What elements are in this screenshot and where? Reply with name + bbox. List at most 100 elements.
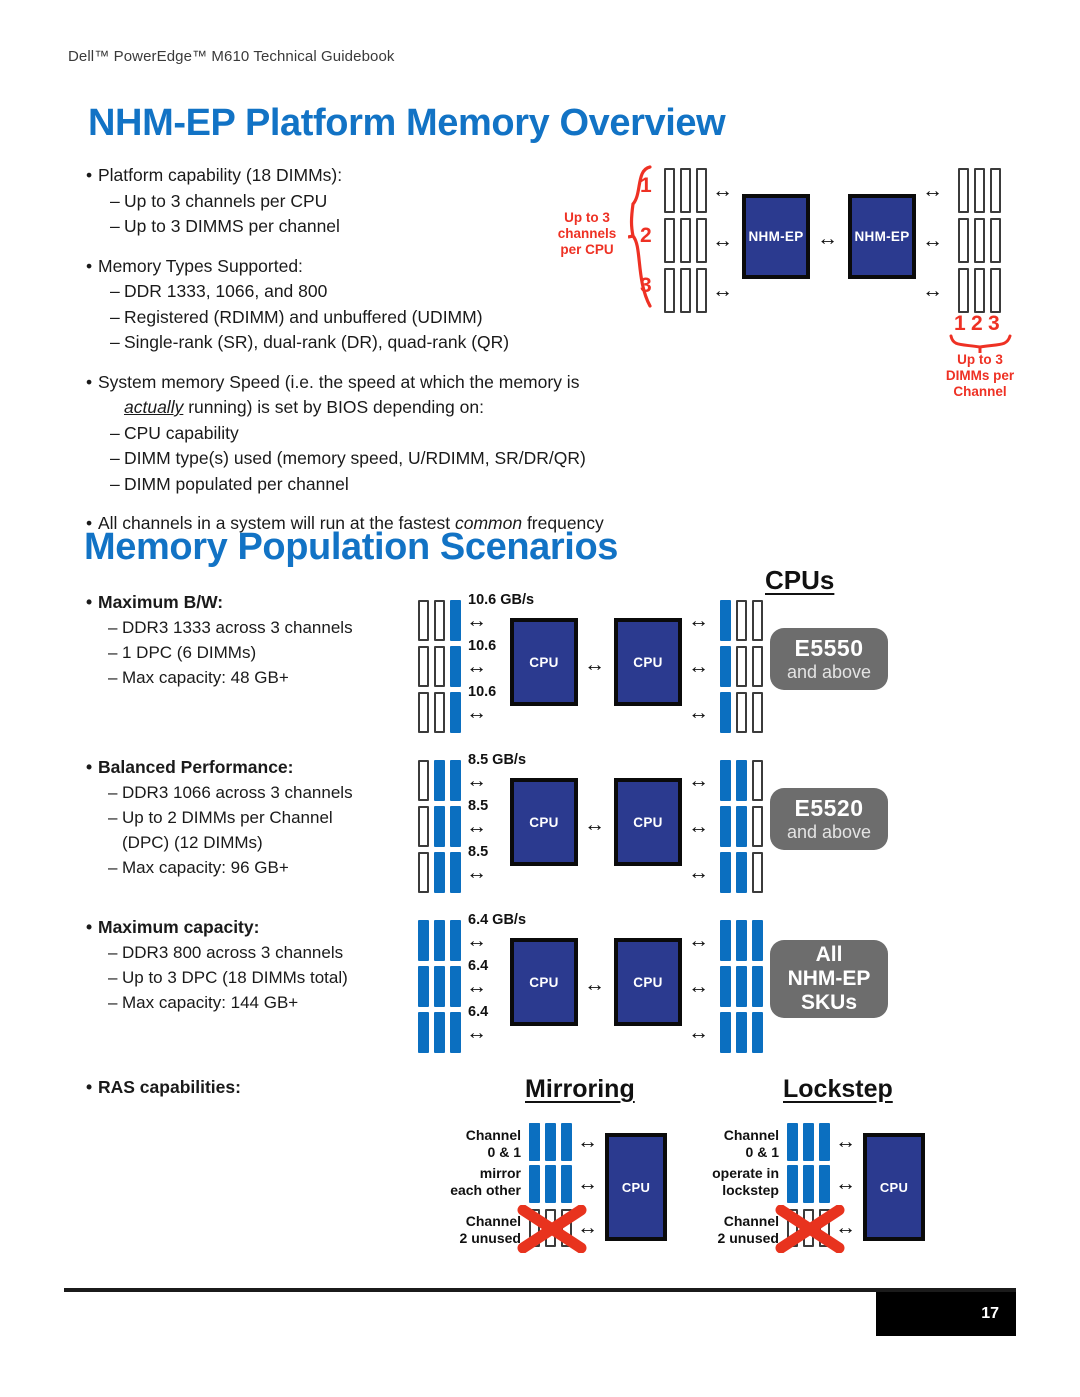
- scenario-line: (DPC) (12 DIMMs): [122, 833, 263, 852]
- left-dimm-bank-row-2: [418, 966, 461, 1007]
- bus-arrow-icon: ↔: [688, 655, 709, 678]
- dimm-slot-populated: [736, 1012, 747, 1053]
- right-dimm-bank-row-1: [720, 920, 763, 961]
- dimm-slot: [680, 168, 691, 213]
- scenario-line: – DDR3 1333 across 3 channels: [108, 618, 353, 637]
- cpu-sku-line-3: SKUs: [800, 991, 858, 1014]
- dimm-slot-populated: [434, 920, 445, 961]
- dimm-slot: [752, 760, 763, 801]
- scenario-diagram-maximum-bw: 10.6 GB/s 10.6 10.6 ↔ ↔ ↔ CPU ↔ CPU ↔ ↔ …: [418, 592, 888, 733]
- dimm-slot-populated: [752, 966, 763, 1007]
- channels-per-cpu-note: Up to 3 channels per CPU: [557, 210, 617, 257]
- processor-box-cpu-1: CPU: [510, 938, 578, 1026]
- scenario-heading: • Maximum capacity:: [86, 917, 260, 937]
- scenario-line: – Max capacity: 96 GB+: [108, 858, 289, 877]
- right-dimm-bank-row-3: [720, 852, 763, 893]
- right-dimm-bank-row-2: [720, 966, 763, 1007]
- bus-arrow-icon: ↔: [688, 769, 709, 792]
- dimm-slot: [752, 806, 763, 847]
- right-dimm-bank-row-3: [720, 1012, 763, 1053]
- mirroring-label-top: Channel 0 & 1: [465, 1127, 521, 1160]
- lockstep-bank-row-1: [787, 1123, 830, 1161]
- dimm-slot: [418, 692, 429, 733]
- bullet-rank-types: – Single-rank (SR), dual-rank (DR), quad-…: [110, 332, 510, 352]
- dimm-brace-icon: [949, 334, 1012, 353]
- bus-arrow-icon: ↔: [922, 279, 943, 302]
- qpi-arrow-icon: ↔: [584, 973, 605, 996]
- bus-arrow-icon: ↔: [688, 701, 709, 724]
- dimm-slot: [990, 218, 1001, 263]
- left-dimm-bank-channel-3: [664, 268, 707, 313]
- dimm-slot: [418, 852, 429, 893]
- dimm-slot-populated: [450, 760, 461, 801]
- bullet-rdimm-udimm: – Registered (RDIMM) and unbuffered (UDIM…: [110, 306, 483, 327]
- dimm-slot-populated: [434, 806, 445, 847]
- lockstep-unused-label: Channel 2 unused: [717, 1213, 779, 1246]
- document-header: Dell™ PowerEdge™ M610 Technical Guideboo…: [68, 48, 395, 65]
- dimm-slot: [752, 646, 763, 687]
- scenario-line: – Up to 3 DPC (18 DIMMs total): [108, 968, 348, 987]
- scenario-line: – DDR3 1066 across 3 channels: [108, 783, 353, 802]
- dimm-slot-populated: [545, 1123, 556, 1161]
- dimm-slot: [418, 760, 429, 801]
- dimm-slot-populated: [720, 646, 731, 687]
- bus-arrow-icon: ↔: [688, 1021, 709, 1044]
- dimm-slot-populated: [720, 600, 731, 641]
- page-number: 17: [981, 1305, 999, 1322]
- dimm-slot: [736, 600, 747, 641]
- right-dimm-bank-row-3: [720, 692, 763, 733]
- dimm-slot-populated: [736, 920, 747, 961]
- dimm-slot-populated: [561, 1123, 572, 1161]
- left-dimm-bank-row-3: [418, 1012, 461, 1053]
- page-title-scenarios: Memory Population Scenarios: [84, 526, 618, 568]
- dimm-slot-populated: [418, 966, 429, 1007]
- cpu-sku-model: E5550: [794, 635, 864, 661]
- dimm-slot: [736, 646, 747, 687]
- dimm-slot-populated: [720, 966, 731, 1007]
- cpu-sku-line-1: All: [815, 943, 843, 966]
- cpu-sku-line-2: NHM-EP: [787, 967, 871, 990]
- page-title-overview: NHM-EP Platform Memory Overview: [88, 102, 726, 144]
- dimm-number-3: 3: [988, 312, 1000, 335]
- dimm-slot: [752, 600, 763, 641]
- right-dimm-bank-row-1: [720, 600, 763, 641]
- scenario-diagram-balanced-performance: 8.5 GB/s 8.5 8.5 ↔ ↔ ↔ CPU ↔ CPU ↔ ↔ ↔ E…: [418, 752, 888, 893]
- dimm-slot-populated: [736, 852, 747, 893]
- ras-heading: • RAS capabilities:: [86, 1077, 241, 1097]
- bus-arrow-icon: ↔: [835, 1172, 856, 1195]
- dimm-slot: [974, 218, 985, 263]
- dimm-slot-populated: [450, 920, 461, 961]
- dimm-slot: [974, 268, 985, 313]
- dimm-slot-populated: [720, 806, 731, 847]
- right-dimm-bank-row-2: [720, 646, 763, 687]
- cpu-sku-qualifier: and above: [786, 662, 872, 682]
- ras-diagram-mirroring: Mirroring Channel 0 & 1 mirror each othe…: [425, 1075, 675, 1255]
- left-dimm-bank-channel-1: [664, 168, 707, 213]
- bus-arrow-icon: ↔: [922, 229, 943, 252]
- scenario-balanced-performance-text: • Balanced Performance: – DDR3 1066 across…: [86, 755, 353, 880]
- scenario-maximum-bw-text: • Maximum B/W: – DDR3 1333 across 3 channe…: [86, 590, 353, 690]
- dimm-slot-populated: [803, 1165, 814, 1203]
- cpu-sku-pill-e5550: E5550 and above: [770, 628, 888, 690]
- dimm-slot: [664, 218, 675, 263]
- dimm-slot-populated: [720, 760, 731, 801]
- dimm-slot-populated: [720, 852, 731, 893]
- bandwidth-label-top: 6.4 GB/s: [468, 912, 527, 928]
- bandwidth-label-top: 8.5 GB/s: [468, 752, 527, 768]
- qpi-arrow-icon: ↔: [584, 813, 605, 836]
- dimm-slot: [752, 692, 763, 733]
- bullet-dimm-populated: – DIMM populated per channel: [110, 473, 349, 494]
- bus-arrow-icon: ↔: [466, 1021, 487, 1044]
- processor-box-cpu: CPU: [605, 1133, 667, 1241]
- mirroring-title: Mirroring: [525, 1075, 635, 1103]
- processor-box-cpu-2: CPU: [614, 938, 682, 1026]
- bus-arrow-icon: ↔: [712, 179, 733, 202]
- dimm-slot-populated: [418, 1012, 429, 1053]
- bullet-system-memory-speed-cont: actually running) is set by BIOS dependi…: [124, 397, 484, 417]
- bus-arrow-icon: ↔: [577, 1216, 598, 1239]
- scenario-line: – Max capacity: 144 GB+: [108, 993, 299, 1012]
- cpu-sku-model: E5520: [794, 795, 864, 821]
- bandwidth-label-top: 10.6 GB/s: [468, 592, 535, 608]
- bandwidth-label: 10.6: [468, 684, 497, 700]
- bus-arrow-icon: ↔: [466, 769, 487, 792]
